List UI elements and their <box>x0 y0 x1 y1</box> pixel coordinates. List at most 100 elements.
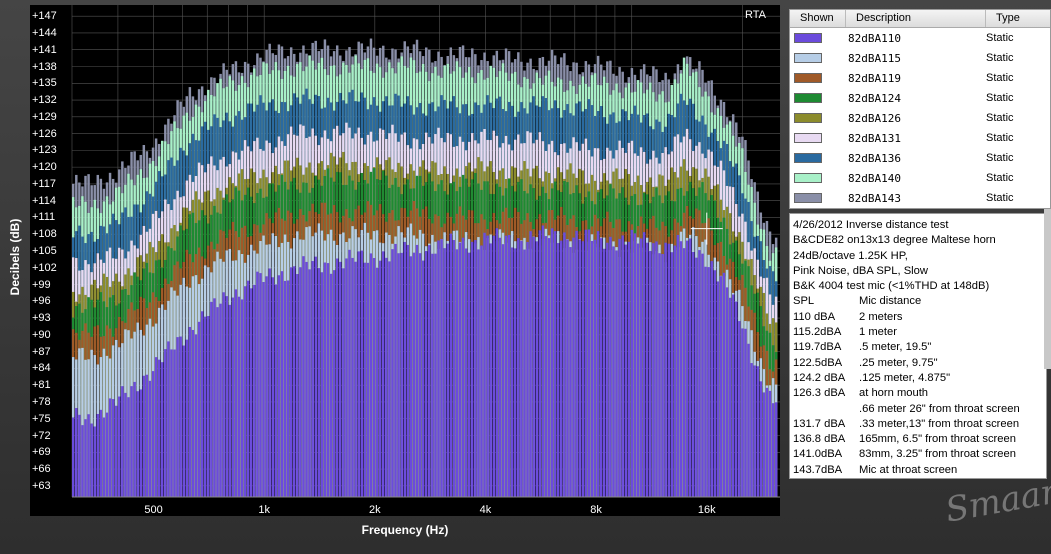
bar <box>148 380 152 497</box>
legend-row[interactable]: 82dBA143 Static <box>790 188 1050 208</box>
note-table-row: 119.7dBA .5 meter, 19.5" <box>793 340 1043 355</box>
bar <box>363 262 367 497</box>
header-description[interactable]: Description <box>846 10 986 27</box>
bar <box>320 272 324 497</box>
bar <box>382 251 385 497</box>
legend-rows: 82dBA110 Static 82dBA115 Static 82dBA119 Stat… <box>790 28 1050 208</box>
legend-header: Shown Description Type <box>790 10 1050 28</box>
bar <box>274 284 278 497</box>
bar <box>114 405 118 497</box>
bar <box>121 386 124 497</box>
note-table-row: 141.0dBA 83mm, 3.25" from throat screen <box>793 447 1043 462</box>
x-tick-label: 4k <box>479 504 492 516</box>
y-tick-label: +96 <box>32 295 51 308</box>
y-tick-label: +102 <box>32 261 57 274</box>
bar <box>446 243 449 497</box>
bar <box>246 280 250 497</box>
legend-row[interactable]: 82dBA119 Static <box>790 68 1050 88</box>
bar <box>170 349 173 497</box>
bar <box>501 244 505 497</box>
legend-type: Static <box>986 112 1014 124</box>
bar <box>685 240 689 497</box>
bar <box>480 245 483 497</box>
note-distance: at horn mouth <box>859 387 929 400</box>
bar <box>299 267 302 497</box>
bar <box>495 228 499 497</box>
header-type[interactable]: Type <box>986 10 1050 27</box>
legend-swatch[interactable] <box>794 33 822 43</box>
header-shown[interactable]: Shown <box>790 10 846 27</box>
bar <box>593 239 597 497</box>
legend-swatch[interactable] <box>794 113 822 123</box>
legend-swatch[interactable] <box>794 173 822 183</box>
legend-type: Static <box>986 192 1014 204</box>
bar <box>213 298 216 497</box>
bar <box>118 396 121 497</box>
bar <box>572 237 575 497</box>
legend-swatch[interactable] <box>794 93 822 103</box>
note-distance: .33 meter,13" from throat screen <box>859 417 1020 430</box>
bar <box>670 252 674 497</box>
scrollbar[interactable] <box>1044 209 1051 369</box>
bar <box>176 337 179 497</box>
bar <box>471 241 474 497</box>
bar <box>406 244 410 497</box>
note-table-row: SPL Mic distance <box>793 294 1043 309</box>
bar <box>759 381 763 497</box>
legend-description: 82dBA115 <box>848 51 901 65</box>
y-tick-label: +123 <box>32 144 57 157</box>
y-tick-label: +84 <box>32 362 51 375</box>
bar <box>96 413 100 497</box>
bar <box>102 417 106 497</box>
legend-row[interactable]: 82dBA110 Static <box>790 28 1050 48</box>
bar <box>762 392 766 497</box>
note-table-row: .66 meter 26" from throat screen <box>793 402 1043 417</box>
bar <box>277 275 281 497</box>
legend-row[interactable]: 82dBA115 Static <box>790 48 1050 68</box>
trace-legend-table[interactable]: Shown Description Type 82dBA110 Static 82d… <box>789 9 1051 209</box>
bar <box>437 240 440 498</box>
bar <box>636 243 640 497</box>
legend-swatch[interactable] <box>794 53 822 63</box>
legend-swatch[interactable] <box>794 193 822 203</box>
bar <box>510 247 514 497</box>
legend-row[interactable]: 82dBA126 Static <box>790 108 1050 128</box>
bar <box>682 248 686 497</box>
bar <box>357 251 360 497</box>
bar <box>369 253 373 497</box>
bar <box>713 270 716 497</box>
bar <box>339 261 342 497</box>
test-notes: 4/26/2012 Inverse distance test B&CDE82 o… <box>789 213 1047 479</box>
note-spl: 126.3 dBA <box>793 387 846 400</box>
bar <box>142 375 146 497</box>
note-line: 4/26/2012 Inverse distance test <box>793 219 949 231</box>
bar <box>768 390 772 497</box>
bar <box>164 349 167 497</box>
rta-plot[interactable] <box>30 5 780 516</box>
legend-swatch[interactable] <box>794 153 822 163</box>
legend-type: Static <box>986 52 1014 64</box>
legend-type: Static <box>986 152 1014 164</box>
bar <box>517 238 520 497</box>
legend-row[interactable]: 82dBA124 Static <box>790 88 1050 108</box>
legend-row[interactable]: 82dBA131 Static <box>790 128 1050 148</box>
y-tick-label: +120 <box>32 161 57 174</box>
bar <box>606 242 609 497</box>
y-tick-label: +75 <box>32 412 51 425</box>
note-table-row: 110 dBA 2 meters <box>793 310 1043 325</box>
note-table-row: 143.7dBA Mic at throat screen <box>793 463 1043 478</box>
bar <box>259 273 262 497</box>
bar <box>136 391 139 497</box>
note-table-row: 122.5dBA .25 meter, 9.75" <box>793 356 1043 371</box>
legend-swatch[interactable] <box>794 133 822 143</box>
note-distance: 83mm, 3.25" from throat screen <box>859 448 1016 461</box>
y-tick-label: +63 <box>32 479 51 492</box>
legend-description: 82dBA136 <box>848 151 901 165</box>
legend-description: 82dBA143 <box>848 191 901 205</box>
legend-row[interactable]: 82dBA136 Static <box>790 148 1050 168</box>
legend-swatch[interactable] <box>794 73 822 83</box>
x-axis-label: Frequency (Hz) <box>361 523 449 537</box>
bar <box>425 251 428 497</box>
legend-type: Static <box>986 72 1014 84</box>
legend-row[interactable]: 82dBA140 Static <box>790 168 1050 188</box>
